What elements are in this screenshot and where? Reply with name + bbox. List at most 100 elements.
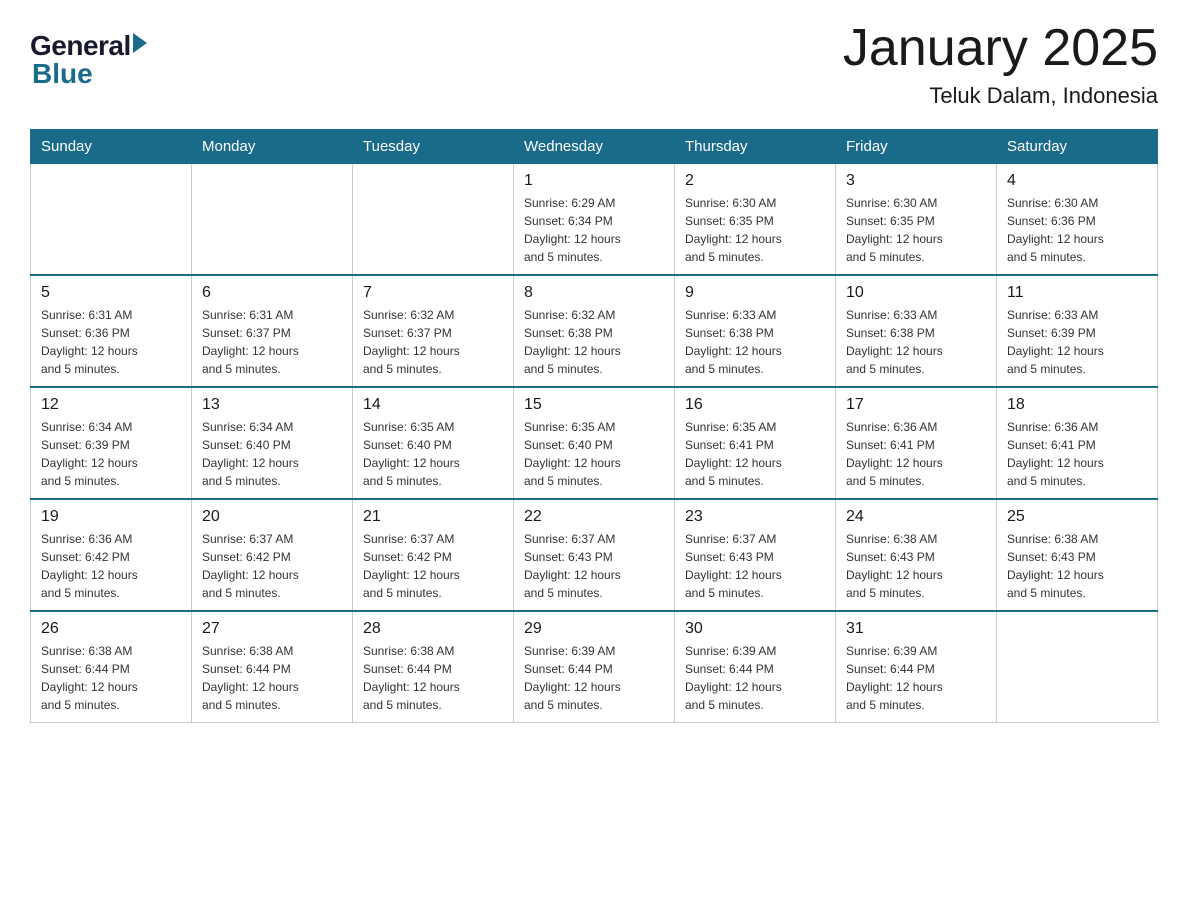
calendar-cell: 23Sunrise: 6:37 AM Sunset: 6:43 PM Dayli… [675, 499, 836, 611]
day-header-monday: Monday [192, 130, 353, 164]
day-number: 16 [685, 396, 825, 414]
day-info: Sunrise: 6:34 AM Sunset: 6:39 PM Dayligh… [41, 418, 181, 490]
day-info: Sunrise: 6:36 AM Sunset: 6:42 PM Dayligh… [41, 530, 181, 602]
day-info: Sunrise: 6:31 AM Sunset: 6:36 PM Dayligh… [41, 306, 181, 378]
calendar-cell: 16 Sunrise: 6:35 AM Sunset: 6:41 PM Dayli… [675, 387, 836, 499]
calendar-cell: 15Sunrise: 6:35 AM Sunset: 6:40 PM Dayli… [514, 387, 675, 499]
calendar-table: SundayMondayTuesdayWednesdayThursdayFrid… [30, 129, 1158, 723]
day-header-tuesday: Tuesday [353, 130, 514, 164]
day-header-wednesday: Wednesday [514, 130, 675, 164]
calendar-subtitle: Teluk Dalam, Indonesia [843, 83, 1158, 109]
calendar-cell: 30Sunrise: 6:39 AM Sunset: 6:44 PM Dayli… [675, 611, 836, 723]
calendar-cell: 19 Sunrise: 6:36 AM Sunset: 6:42 PM Dayli… [31, 499, 192, 611]
day-info: Sunrise: 6:29 AM Sunset: 6:34 PM Dayligh… [524, 194, 664, 266]
title-section: January 2025 Teluk Dalam, Indonesia [843, 20, 1158, 109]
day-info: Sunrise: 6:32 AM Sunset: 6:37 PM Dayligh… [363, 306, 503, 378]
day-number: 14 [363, 396, 503, 414]
calendar-cell [997, 611, 1158, 723]
day-number: 25 [1007, 508, 1147, 526]
calendar-cell: 2Sunrise: 6:30 AM Sunset: 6:35 PM Daylig… [675, 164, 836, 276]
week-row-3: 12 Sunrise: 6:34 AM Sunset: 6:39 PM Dayli… [31, 387, 1158, 499]
calendar-cell: 8Sunrise: 6:32 AM Sunset: 6:38 PM Daylig… [514, 275, 675, 387]
calendar-cell: 31 Sunrise: 6:39 AM Sunset: 6:44 PM Dayli… [836, 611, 997, 723]
day-number: 21 [363, 508, 503, 526]
day-info: Sunrise: 6:37 AM Sunset: 6:43 PM Dayligh… [524, 530, 664, 602]
day-info: Sunrise: 6:33 AM Sunset: 6:38 PM Dayligh… [846, 306, 986, 378]
logo-blue-text: Blue [32, 58, 147, 90]
day-number: 3 [846, 172, 986, 190]
day-number: 6 [202, 284, 342, 302]
calendar-cell: 7 Sunrise: 6:32 AM Sunset: 6:37 PM Daylig… [353, 275, 514, 387]
calendar-cell: 3 Sunrise: 6:30 AM Sunset: 6:35 PM Daylig… [836, 164, 997, 276]
calendar-cell: 4 Sunrise: 6:30 AM Sunset: 6:36 PM Daylig… [997, 164, 1158, 276]
day-number: 30 [685, 620, 825, 638]
calendar-cell: 6 Sunrise: 6:31 AM Sunset: 6:37 PM Daylig… [192, 275, 353, 387]
day-number: 9 [685, 284, 825, 302]
calendar-cell: 5 Sunrise: 6:31 AM Sunset: 6:36 PM Daylig… [31, 275, 192, 387]
day-number: 15 [524, 396, 664, 414]
day-number: 7 [363, 284, 503, 302]
calendar-cell: 17 Sunrise: 6:36 AM Sunset: 6:41 PM Dayli… [836, 387, 997, 499]
day-info: Sunrise: 6:30 AM Sunset: 6:36 PM Dayligh… [1007, 194, 1147, 266]
day-info: Sunrise: 6:36 AM Sunset: 6:41 PM Dayligh… [846, 418, 986, 490]
week-row-4: 19 Sunrise: 6:36 AM Sunset: 6:42 PM Dayli… [31, 499, 1158, 611]
day-number: 12 [41, 396, 181, 414]
calendar-cell: 10 Sunrise: 6:33 AM Sunset: 6:38 PM Dayli… [836, 275, 997, 387]
calendar-cell: 13Sunrise: 6:34 AM Sunset: 6:40 PM Dayli… [192, 387, 353, 499]
day-info: Sunrise: 6:31 AM Sunset: 6:37 PM Dayligh… [202, 306, 342, 378]
day-number: 24 [846, 508, 986, 526]
day-info: Sunrise: 6:39 AM Sunset: 6:44 PM Dayligh… [524, 642, 664, 714]
calendar-cell [192, 164, 353, 276]
day-number: 10 [846, 284, 986, 302]
day-info: Sunrise: 6:36 AM Sunset: 6:41 PM Dayligh… [1007, 418, 1147, 490]
day-number: 5 [41, 284, 181, 302]
day-number: 26 [41, 620, 181, 638]
day-header-thursday: Thursday [675, 130, 836, 164]
calendar-cell [353, 164, 514, 276]
logo-arrow-icon [133, 33, 147, 53]
day-info: Sunrise: 6:33 AM Sunset: 6:38 PM Dayligh… [685, 306, 825, 378]
calendar-cell: 20Sunrise: 6:37 AM Sunset: 6:42 PM Dayli… [192, 499, 353, 611]
day-info: Sunrise: 6:37 AM Sunset: 6:42 PM Dayligh… [363, 530, 503, 602]
day-info: Sunrise: 6:30 AM Sunset: 6:35 PM Dayligh… [685, 194, 825, 266]
day-number: 1 [524, 172, 664, 190]
day-info: Sunrise: 6:38 AM Sunset: 6:44 PM Dayligh… [202, 642, 342, 714]
calendar-cell: 25 Sunrise: 6:38 AM Sunset: 6:43 PM Dayli… [997, 499, 1158, 611]
calendar-cell: 22 Sunrise: 6:37 AM Sunset: 6:43 PM Dayli… [514, 499, 675, 611]
calendar-cell: 27 Sunrise: 6:38 AM Sunset: 6:44 PM Dayli… [192, 611, 353, 723]
calendar-cell: 9 Sunrise: 6:33 AM Sunset: 6:38 PM Daylig… [675, 275, 836, 387]
day-info: Sunrise: 6:35 AM Sunset: 6:40 PM Dayligh… [363, 418, 503, 490]
day-number: 8 [524, 284, 664, 302]
day-number: 31 [846, 620, 986, 638]
day-number: 4 [1007, 172, 1147, 190]
calendar-cell: 14 Sunrise: 6:35 AM Sunset: 6:40 PM Dayli… [353, 387, 514, 499]
day-info: Sunrise: 6:38 AM Sunset: 6:44 PM Dayligh… [363, 642, 503, 714]
day-number: 19 [41, 508, 181, 526]
week-row-5: 26 Sunrise: 6:38 AM Sunset: 6:44 PM Dayli… [31, 611, 1158, 723]
calendar-cell: 18 Sunrise: 6:36 AM Sunset: 6:41 PM Dayli… [997, 387, 1158, 499]
calendar-cell: 1 Sunrise: 6:29 AM Sunset: 6:34 PM Daylig… [514, 164, 675, 276]
day-info: Sunrise: 6:35 AM Sunset: 6:41 PM Dayligh… [685, 418, 825, 490]
calendar-cell: 28 Sunrise: 6:38 AM Sunset: 6:44 PM Dayli… [353, 611, 514, 723]
day-number: 29 [524, 620, 664, 638]
day-info: Sunrise: 6:38 AM Sunset: 6:43 PM Dayligh… [1007, 530, 1147, 602]
page-header: General Blue January 2025 Teluk Dalam, I… [30, 20, 1158, 109]
day-number: 18 [1007, 396, 1147, 414]
day-number: 22 [524, 508, 664, 526]
logo: General Blue [30, 30, 147, 90]
day-info: Sunrise: 6:38 AM Sunset: 6:44 PM Dayligh… [41, 642, 181, 714]
day-number: 27 [202, 620, 342, 638]
calendar-cell: 21 Sunrise: 6:37 AM Sunset: 6:42 PM Dayli… [353, 499, 514, 611]
day-number: 23 [685, 508, 825, 526]
calendar-cell: 11Sunrise: 6:33 AM Sunset: 6:39 PM Dayli… [997, 275, 1158, 387]
day-info: Sunrise: 6:34 AM Sunset: 6:40 PM Dayligh… [202, 418, 342, 490]
calendar-title: January 2025 [843, 20, 1158, 77]
day-number: 28 [363, 620, 503, 638]
day-number: 17 [846, 396, 986, 414]
calendar-cell [31, 164, 192, 276]
day-number: 20 [202, 508, 342, 526]
day-info: Sunrise: 6:39 AM Sunset: 6:44 PM Dayligh… [846, 642, 986, 714]
day-info: Sunrise: 6:30 AM Sunset: 6:35 PM Dayligh… [846, 194, 986, 266]
week-row-2: 5 Sunrise: 6:31 AM Sunset: 6:36 PM Daylig… [31, 275, 1158, 387]
calendar-cell: 24Sunrise: 6:38 AM Sunset: 6:43 PM Dayli… [836, 499, 997, 611]
